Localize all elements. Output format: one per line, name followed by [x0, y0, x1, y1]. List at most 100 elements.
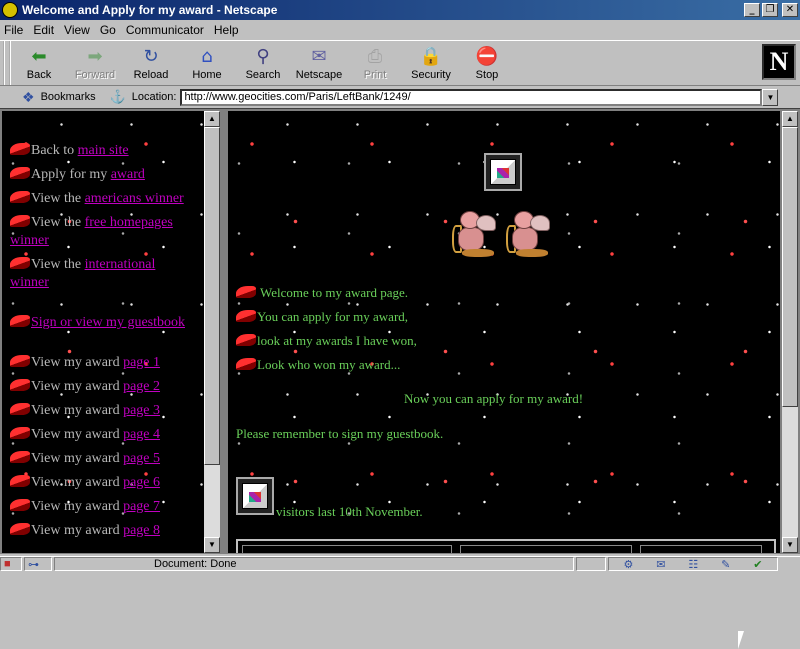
nav-item: Back to main site [10, 143, 129, 159]
status-text: Document: Done [54, 557, 574, 571]
award-page-4-link[interactable]: page 4 [123, 427, 160, 442]
scroll-up-arrow-icon[interactable]: ▲ [204, 111, 220, 127]
main-site-link[interactable]: main site [78, 143, 129, 158]
close-button[interactable]: ✕ [782, 3, 798, 17]
security-label: Security [411, 69, 451, 81]
url-input[interactable]: http://www.geocities.com/Paris/LeftBank/… [180, 88, 763, 106]
apply-text: Now you can apply for my award! [404, 391, 584, 406]
print-button[interactable]: ⎙ Print [347, 41, 403, 85]
forward-button[interactable]: ➡ Forward [67, 41, 123, 85]
nav-item-prefix: Back to [31, 143, 78, 158]
nav-item-prefix: View my award [31, 499, 124, 514]
navigator-icon[interactable]: ⚙ [623, 558, 633, 571]
bookmarks-label: Bookmarks [40, 91, 96, 103]
free-homepages-winner-link[interactable]: winner [10, 233, 49, 249]
cherub-image [506, 211, 558, 261]
menu-communicator[interactable]: Communicator [126, 23, 204, 37]
status-message: Document: Done [154, 558, 237, 570]
menu-edit[interactable]: Edit [33, 23, 54, 37]
nav-item-prefix: View the [31, 215, 85, 230]
security-status-icon[interactable]: ⊶ [24, 557, 52, 571]
netscape-label: Netscape [295, 69, 343, 81]
back-arrow-icon: ⬅ [31, 45, 47, 67]
scroll-down-arrow-icon[interactable]: ▼ [782, 537, 798, 553]
menu-view[interactable]: View [64, 23, 90, 37]
award-page-7-link[interactable]: page 7 [123, 499, 160, 514]
home-label: Home [192, 69, 222, 81]
netscape-button[interactable]: ✉ Netscape [291, 41, 347, 85]
nav-item: View my award page 6 [10, 475, 160, 491]
print-label: Print [363, 69, 387, 81]
main-content-frame: Welcome to my award page. You can apply … [228, 111, 780, 553]
scroll-up-arrow-icon[interactable]: ▲ [782, 111, 798, 127]
rose-bullet-icon [10, 167, 30, 179]
free-homepages-link[interactable]: free homepages [85, 215, 173, 230]
page-proxy-icon[interactable]: ⚓ [110, 89, 126, 105]
search-icon: ⚲ [256, 45, 270, 67]
nav-item: View the international [10, 257, 155, 273]
nav-item: View my award page 2 [10, 379, 160, 395]
welcome-line: Look who won my award... [236, 357, 400, 373]
welcome-text: Look who won my award... [257, 357, 401, 372]
award-link[interactable]: award [111, 167, 145, 182]
nav-item-prefix: Apply for my [31, 167, 111, 182]
rose-bullet-icon [10, 427, 30, 439]
title-bar: Welcome and Apply for my award - Netscap… [0, 0, 800, 20]
menu-go[interactable]: Go [100, 23, 116, 37]
nav-item-prefix: View my award [31, 523, 124, 538]
scroll-down-arrow-icon[interactable]: ▼ [204, 537, 220, 553]
rose-bullet-icon [10, 451, 30, 463]
main-frame-scrollbar[interactable]: ▲ ▼ [782, 111, 798, 553]
nav-item: View the americans winner [10, 191, 184, 207]
checkmark-icon[interactable]: ✔ [753, 558, 762, 571]
menu-bar: File Edit View Go Communicator Help [0, 20, 800, 39]
scroll-thumb[interactable] [782, 127, 798, 407]
composer-icon[interactable]: ✎ [721, 558, 730, 571]
nav-item: View my award page 1 [10, 355, 160, 371]
stop-button[interactable]: ⛔ Stop [459, 41, 515, 85]
home-button[interactable]: ⌂ Home [179, 41, 235, 85]
search-button[interactable]: ⚲ Search [235, 41, 291, 85]
cherub-image [452, 211, 504, 261]
nav-item-prefix: View my award [31, 451, 124, 466]
netscape-logo[interactable]: N [762, 44, 796, 80]
international-winner-link[interactable]: winner [10, 275, 49, 291]
award-page-8-link[interactable]: page 8 [123, 523, 160, 538]
international-link[interactable]: international [85, 257, 156, 272]
rose-bullet-icon [10, 355, 30, 367]
welcome-line: Welcome to my award page. [236, 285, 408, 301]
award-page-6-link[interactable]: page 6 [123, 475, 160, 490]
menu-file[interactable]: File [4, 23, 23, 37]
back-button[interactable]: ⬅ Back [11, 41, 67, 85]
rose-bullet-icon [10, 215, 30, 227]
mail-icon[interactable]: ✉ [656, 558, 665, 571]
minimize-button[interactable]: _ [744, 3, 760, 17]
award-page-1-link[interactable]: page 1 [123, 355, 160, 370]
reload-label: Reload [133, 69, 169, 81]
nav-item: View my award page 3 [10, 403, 160, 419]
broken-counter-image-icon [236, 477, 274, 515]
scroll-thumb[interactable] [204, 127, 220, 465]
nav-item-prefix: View my award [31, 427, 124, 442]
reload-button[interactable]: ↻ Reload [123, 41, 179, 85]
nav-item: View my award page 7 [10, 499, 160, 515]
progress-cell [576, 557, 606, 571]
url-dropdown-button[interactable]: ▼ [762, 88, 779, 106]
security-button[interactable]: 🔒 Security [403, 41, 459, 85]
americans-winner-link[interactable]: americans winner [85, 191, 184, 206]
bookmarks-button[interactable]: ❖ Bookmarks [22, 89, 96, 106]
award-page-3-link[interactable]: page 3 [123, 403, 160, 418]
left-frame-scrollbar[interactable]: ▲ ▼ [204, 111, 220, 553]
netscape-app-icon[interactable] [2, 2, 18, 18]
nav-item: View my award page 4 [10, 427, 160, 443]
status-indicator-icon: ■ [0, 557, 22, 571]
discussion-icon[interactable]: ☷ [688, 558, 698, 571]
toolbar-grip[interactable] [3, 41, 11, 85]
menu-help[interactable]: Help [214, 23, 239, 37]
guestbook-link[interactable]: Sign or view my guestbook [31, 315, 185, 330]
award-page-2-link[interactable]: page 2 [123, 379, 160, 394]
maximize-button[interactable]: ❐ [762, 3, 778, 17]
award-page-5-link[interactable]: page 5 [123, 451, 160, 466]
rose-bullet-icon [10, 499, 30, 511]
rose-bullet-icon [236, 334, 256, 346]
